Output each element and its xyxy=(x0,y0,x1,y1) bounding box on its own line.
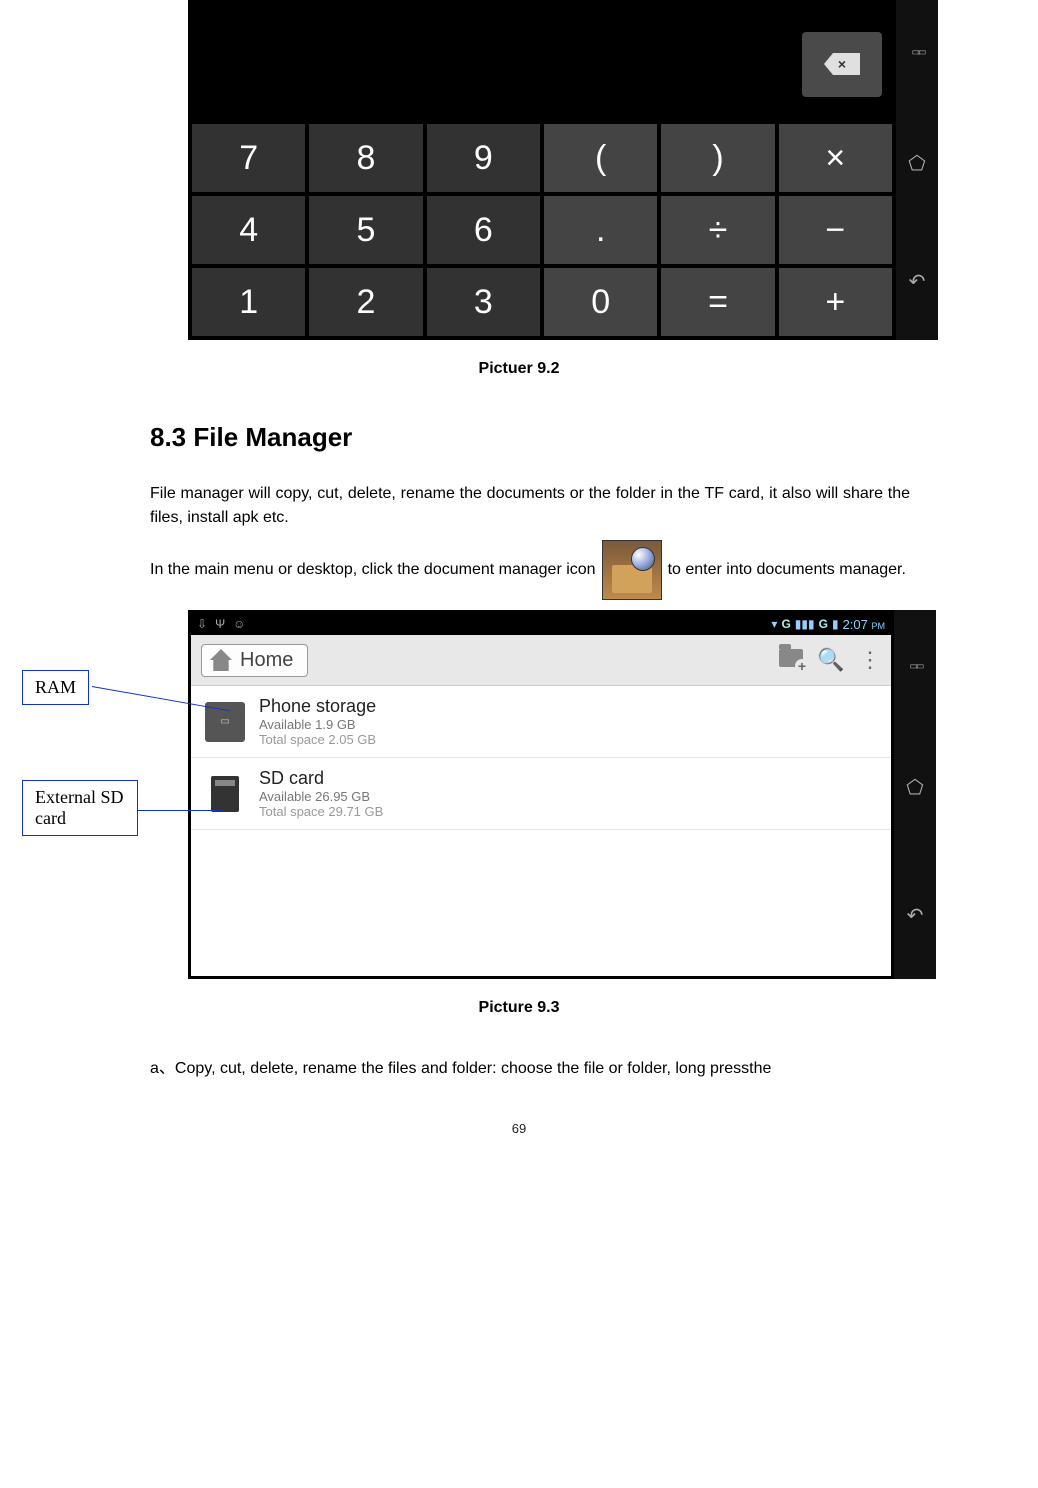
status-icon-download: ⇩ xyxy=(197,617,207,631)
battery-icon: ▮ xyxy=(832,617,839,631)
network-g-icon: G xyxy=(781,617,790,631)
recents-icon[interactable]: ▭▭ xyxy=(910,661,921,672)
key-9[interactable]: 9 xyxy=(427,124,540,192)
home-icon[interactable]: ⬠ xyxy=(908,151,925,176)
file-manager-screenshot: ▭▭ ⬠ ↶ ⇩ Ψ ☺ ▾ G ▮▮▮ G ▮ 2:07 PM xyxy=(188,610,894,979)
sd-card-total: Total space 29.71 GB xyxy=(259,804,383,819)
key-plus[interactable]: + xyxy=(779,268,892,336)
para-2: In the main menu or desktop, click the d… xyxy=(150,540,910,600)
home-shape-icon xyxy=(210,649,232,671)
folder-plus-icon xyxy=(779,649,803,667)
para-3: a、Copy, cut, delete, rename the files an… xyxy=(150,1057,910,1081)
key-7[interactable]: 7 xyxy=(192,124,305,192)
key-8[interactable]: 8 xyxy=(309,124,422,192)
home-label: Home xyxy=(240,649,293,672)
key-1[interactable]: 1 xyxy=(192,268,305,336)
backspace-icon: × xyxy=(824,53,860,75)
callout-ram: RAM xyxy=(22,670,89,705)
key-3[interactable]: 3 xyxy=(427,268,540,336)
sd-card-icon xyxy=(205,774,245,814)
phone-storage-title: Phone storage xyxy=(259,696,376,717)
key-5[interactable]: 5 xyxy=(309,196,422,264)
para-2-after: to enter into documents manager. xyxy=(668,558,906,582)
search-button[interactable]: 🔍 xyxy=(811,647,851,673)
key-4[interactable]: 4 xyxy=(192,196,305,264)
status-icon-app: ☺ xyxy=(233,617,245,631)
nav-rail-2: ▭▭ ⬠ ↶ xyxy=(894,610,936,979)
network-g-icon-2: G xyxy=(819,617,828,631)
backspace-key[interactable]: × xyxy=(802,32,882,97)
status-icon-usb: Ψ xyxy=(215,617,225,631)
back-icon[interactable]: ↶ xyxy=(907,903,924,928)
key-multiply[interactable]: × xyxy=(779,124,892,192)
status-bar: ⇩ Ψ ☺ ▾ G ▮▮▮ G ▮ 2:07 PM xyxy=(191,613,891,635)
para-1: File manager will copy, cut, delete, ren… xyxy=(150,482,910,530)
new-folder-button[interactable] xyxy=(771,647,811,673)
callout-sd: External SD card xyxy=(22,780,138,836)
para-2-before: In the main menu or desktop, click the d… xyxy=(150,558,596,582)
sd-card-title: SD card xyxy=(259,768,383,789)
section-heading: 8.3 File Manager xyxy=(150,418,910,457)
signal-bars-icon: ▮▮▮ xyxy=(795,617,815,631)
status-time: 2:07 PM xyxy=(843,617,885,632)
overflow-icon: ⋮ xyxy=(859,647,883,672)
recents-icon[interactable]: ▭▭ xyxy=(912,47,923,58)
back-icon[interactable]: ↶ xyxy=(909,269,926,294)
key-2[interactable]: 2 xyxy=(309,268,422,336)
file-manager-header: Home 🔍 ⋮ xyxy=(191,635,891,686)
storage-row-phone[interactable]: ▭ Phone storage Available 1.9 GB Total s… xyxy=(191,686,891,758)
calculator-screenshot: ▭▭ ⬠ ↶ × 7 8 9 ( ) × 4 5 6 . ÷ − 1 2 3 0… xyxy=(188,0,896,340)
search-icon: 🔍 xyxy=(817,647,844,672)
storage-row-sdcard[interactable]: SD card Available 26.95 GB Total space 2… xyxy=(191,758,891,830)
key-equals[interactable]: = xyxy=(661,268,774,336)
key-6[interactable]: 6 xyxy=(427,196,540,264)
wifi-icon: ▾ xyxy=(771,617,777,631)
home-icon[interactable]: ⬠ xyxy=(906,775,923,800)
key-lparen[interactable]: ( xyxy=(544,124,657,192)
home-button[interactable]: Home xyxy=(201,644,308,677)
key-dot[interactable]: . xyxy=(544,196,657,264)
key-rparen[interactable]: ) xyxy=(661,124,774,192)
overflow-menu-button[interactable]: ⋮ xyxy=(851,647,891,673)
page-number: 69 xyxy=(0,1121,1038,1136)
picture-9-2-caption: Pictuer 9.2 xyxy=(0,360,1038,378)
sd-card-available: Available 26.95 GB xyxy=(259,789,383,804)
key-minus[interactable]: − xyxy=(779,196,892,264)
document-manager-icon xyxy=(602,540,662,600)
picture-9-3-caption: Picture 9.3 xyxy=(0,999,1038,1017)
phone-storage-total: Total space 2.05 GB xyxy=(259,732,376,747)
key-0[interactable]: 0 xyxy=(544,268,657,336)
nav-rail: ▭▭ ⬠ ↶ xyxy=(896,0,938,340)
key-divide[interactable]: ÷ xyxy=(661,196,774,264)
phone-storage-available: Available 1.9 GB xyxy=(259,717,376,732)
